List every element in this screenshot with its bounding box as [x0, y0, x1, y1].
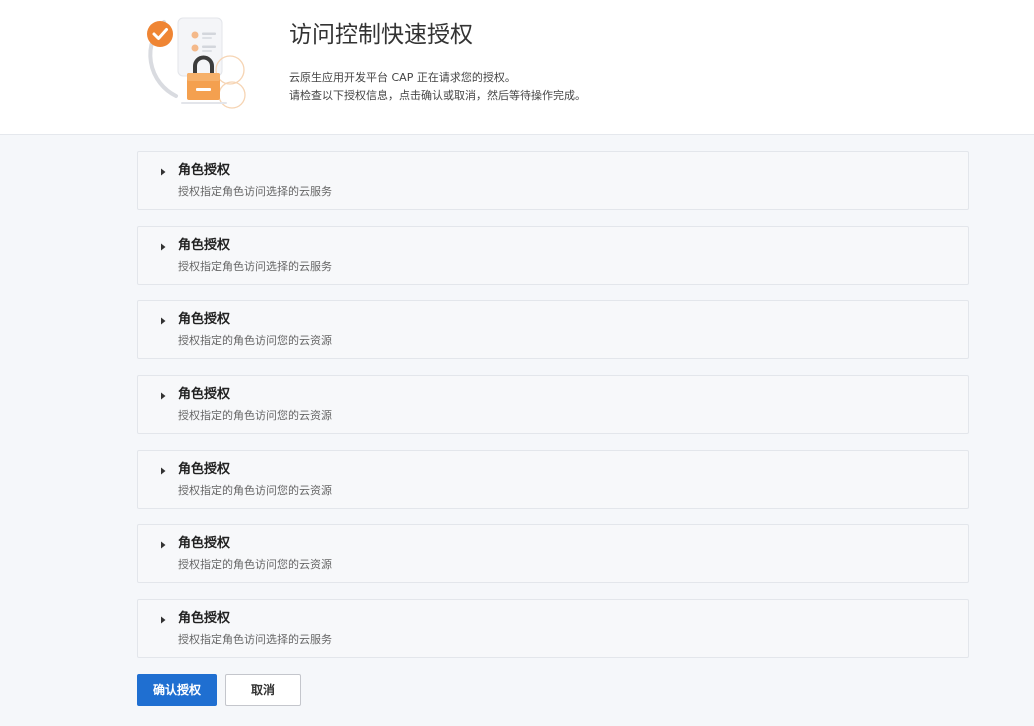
permission-title: 角色授权: [178, 238, 231, 253]
permission-title: 角色授权: [178, 462, 231, 477]
permission-description: 授权指定角色访问选择的云服务: [178, 185, 332, 198]
shield-lock-illustration-icon: [140, 8, 252, 114]
caret-right-icon[interactable]: [158, 615, 168, 625]
permission-item-3[interactable]: 角色授权 授权指定的角色访问您的云资源: [137, 300, 969, 359]
permission-item-2[interactable]: 角色授权 授权指定角色访问选择的云服务: [137, 226, 969, 285]
permission-description: 授权指定的角色访问您的云资源: [178, 558, 332, 571]
permission-title: 角色授权: [178, 312, 231, 327]
permission-title: 角色授权: [178, 611, 231, 626]
permission-title: 角色授权: [178, 387, 231, 402]
permission-item-4[interactable]: 角色授权 授权指定的角色访问您的云资源: [137, 375, 969, 434]
permission-title: 角色授权: [178, 536, 231, 551]
page-title: 访问控制快速授权: [289, 22, 473, 48]
confirm-authorization-button[interactable]: 确认授权: [137, 674, 217, 706]
permission-item-7[interactable]: 角色授权 授权指定角色访问选择的云服务: [137, 599, 969, 658]
caret-right-icon[interactable]: [158, 391, 168, 401]
permission-description: 授权指定的角色访问您的云资源: [178, 334, 332, 347]
permission-title: 角色授权: [178, 163, 231, 178]
header: 访问控制快速授权 云原生应用开发平台 CAP 正在请求您的授权。 请检查以下授权…: [0, 0, 1034, 135]
caret-right-icon[interactable]: [158, 167, 168, 177]
caret-right-icon[interactable]: [158, 316, 168, 326]
caret-right-icon[interactable]: [158, 540, 168, 550]
description-line-2: 请检查以下授权信息，点击确认或取消，然后等待操作完成。: [289, 89, 586, 102]
permission-item-1[interactable]: 角色授权 授权指定角色访问选择的云服务: [137, 151, 969, 210]
permission-description: 授权指定的角色访问您的云资源: [178, 409, 332, 422]
description-line-1: 云原生应用开发平台 CAP 正在请求您的授权。: [289, 71, 516, 84]
cancel-button[interactable]: 取消: [225, 674, 301, 706]
caret-right-icon[interactable]: [158, 242, 168, 252]
page-description: 云原生应用开发平台 CAP 正在请求您的授权。 请检查以下授权信息，点击确认或取…: [289, 69, 586, 105]
permission-item-5[interactable]: 角色授权 授权指定的角色访问您的云资源: [137, 450, 969, 509]
permission-description: 授权指定角色访问选择的云服务: [178, 633, 332, 646]
permission-description: 授权指定角色访问选择的云服务: [178, 260, 332, 273]
permission-item-6[interactable]: 角色授权 授权指定的角色访问您的云资源: [137, 524, 969, 583]
caret-right-icon[interactable]: [158, 466, 168, 476]
permission-description: 授权指定的角色访问您的云资源: [178, 484, 332, 497]
